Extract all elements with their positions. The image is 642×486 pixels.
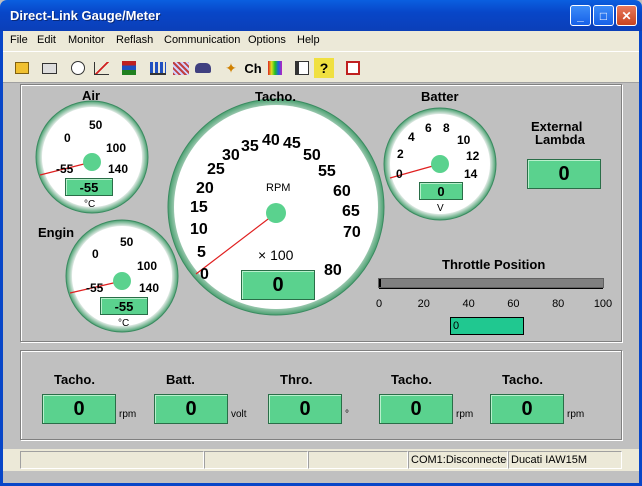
readout-title: Batt.: [166, 372, 195, 387]
readout-title: Thro.: [280, 372, 313, 387]
battery-tick: 0: [396, 167, 403, 181]
status-pane-1: [20, 451, 204, 469]
air-tick: -55: [56, 162, 74, 176]
readout-unit: rpm: [456, 409, 474, 420]
air-tick: 0: [64, 131, 71, 145]
readout-unit: °: [345, 409, 349, 420]
readout-title: Tacho.: [502, 372, 543, 387]
engine-value: -55: [100, 297, 148, 315]
tacho-tick: 60: [333, 183, 351, 200]
tacho-tick: 15: [190, 199, 208, 216]
throttle-tick: 20: [417, 298, 430, 310]
battery-unit: V: [437, 203, 444, 214]
battery-title: Batter: [421, 89, 459, 104]
battery-tick: 2: [397, 147, 404, 161]
throttle-bar-fill: [379, 279, 381, 287]
tacho-tick: 55: [318, 163, 336, 180]
engine-tick: 50: [120, 235, 134, 249]
engine-gauge: 0 50 100 140 -55: [65, 219, 179, 333]
engine-tick: -55: [86, 281, 104, 295]
engine-unit: °C: [118, 318, 130, 329]
readout-value: 0: [154, 394, 228, 424]
air-value: -55: [65, 178, 113, 196]
tacho-tick: 20: [196, 180, 214, 197]
battery-tick: 14: [464, 167, 478, 181]
tacho-tick: 0: [200, 266, 209, 283]
tacho-multiplier: × 100: [258, 247, 294, 263]
throttle-value: 0: [450, 317, 524, 335]
engine-tick: 0: [92, 247, 99, 261]
tacho-tick: 80: [324, 262, 342, 279]
engine-tick: 100: [137, 259, 157, 273]
tacho-tick: 5: [197, 244, 206, 261]
tacho-rpm-label: RPM: [266, 182, 291, 194]
battery-tick: 12: [466, 149, 480, 163]
readout-value: 0: [268, 394, 342, 424]
engine-tick: 140: [139, 281, 159, 295]
tacho-tick: 45: [283, 135, 301, 152]
throttle-scale: [379, 288, 603, 296]
status-ecu: Ducati IAW15M: [508, 451, 622, 469]
status-port: COM1:Disconnected: [408, 451, 508, 469]
air-hub: [83, 153, 101, 171]
throttle-tick: 40: [462, 298, 475, 310]
tacho-value: 0: [241, 270, 315, 300]
battery-tick: 8: [443, 121, 450, 135]
air-tick: 50: [89, 118, 103, 132]
battery-tick: 10: [457, 133, 471, 147]
air-tick: 100: [106, 141, 126, 155]
battery-value: 0: [419, 182, 463, 200]
throttle-tick: 60: [507, 298, 520, 310]
engine-hub: [113, 272, 131, 290]
battery-tick: 4: [408, 130, 415, 144]
air-title: Air: [82, 88, 101, 103]
readout-unit: rpm: [119, 409, 137, 420]
throttle-tick: 100: [593, 298, 613, 310]
lambda-title-line2: Lambda: [535, 132, 585, 147]
readout-value: 0: [42, 394, 116, 424]
tacho-tick: 30: [222, 147, 240, 164]
tacho-tick: 40: [262, 132, 280, 149]
readout-title: Tacho.: [391, 372, 432, 387]
readout-unit: rpm: [567, 409, 585, 420]
lambda-value: 0: [527, 159, 601, 189]
air-unit: °C: [84, 199, 96, 210]
throttle-bar: [378, 278, 604, 288]
readout-value: 0: [379, 394, 453, 424]
status-pane-3: [308, 451, 408, 469]
status-bar: COM1:Disconnected Ducati IAW15M: [3, 449, 639, 471]
readout-title: Tacho.: [54, 372, 95, 387]
throttle-title: Throttle Position: [442, 257, 546, 272]
battery-hub: [431, 155, 449, 173]
throttle-tick: 80: [552, 298, 565, 310]
air-tick: 140: [108, 162, 128, 176]
engine-title: Engin: [38, 225, 75, 240]
battery-tick: 6: [425, 121, 432, 135]
tacho-hub: [266, 203, 286, 223]
readout-value: 0: [490, 394, 564, 424]
tacho-title: Tacho.: [255, 89, 296, 104]
status-pane-2: [204, 451, 308, 469]
throttle-tick: 0: [375, 298, 383, 310]
tacho-tick: 70: [343, 224, 361, 241]
tacho-tick: 65: [342, 203, 360, 220]
tacho-tick: 10: [190, 221, 208, 238]
tacho-tick: 35: [241, 138, 259, 155]
air-gauge: 0 50 100 140 -55: [35, 100, 149, 214]
readout-unit: volt: [231, 409, 247, 420]
